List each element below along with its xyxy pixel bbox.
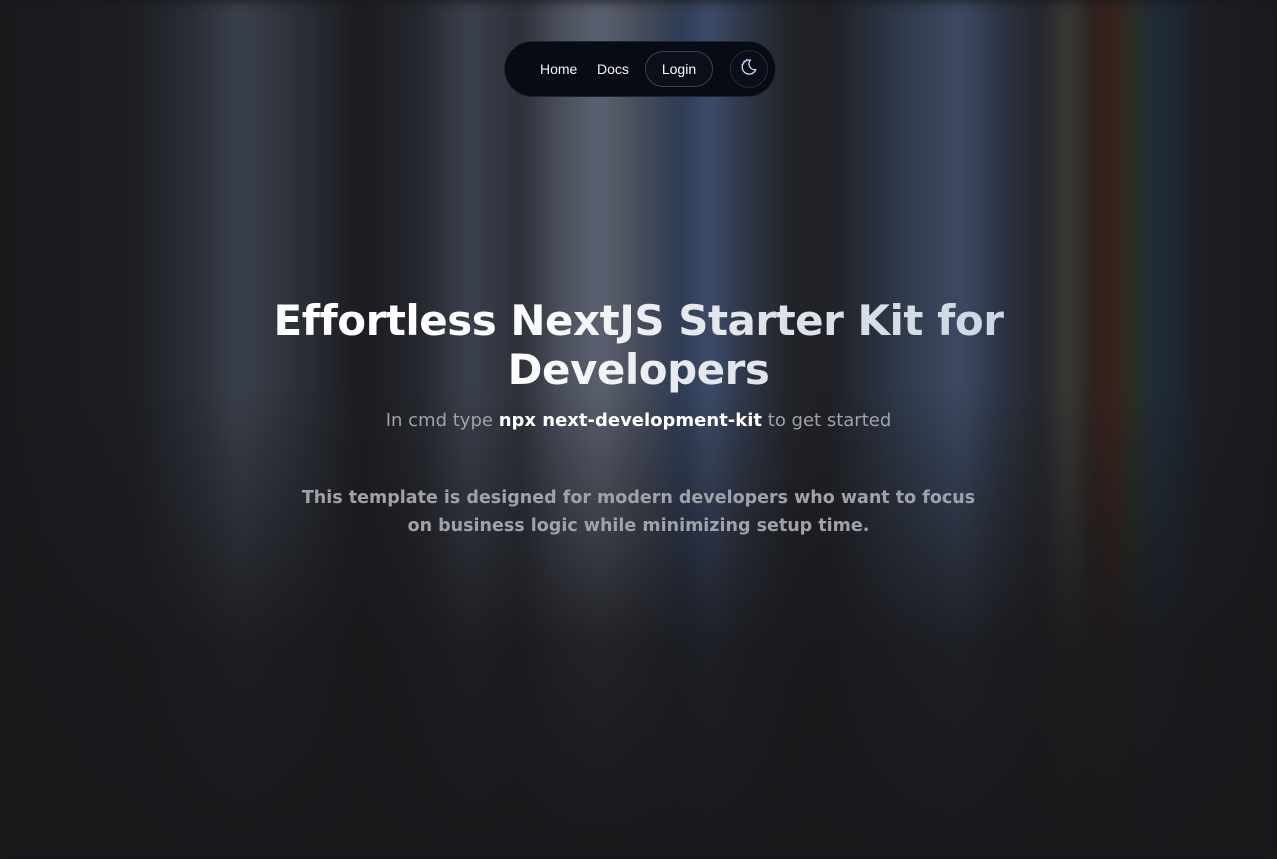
hero-title: Effortless NextJS Starter Kit for Develo… [0,296,1277,394]
hero-subtitle: In cmd type npx next-development-kit to … [0,409,1277,433]
hero-title-line-2: Developers [507,345,770,394]
subtitle-prefix: In cmd type [385,410,493,431]
login-button[interactable]: Login [645,51,713,87]
page: Home Docs Login Effortless NextJS Starte… [0,0,1277,859]
hero-title-line-1: Effortless NextJS Starter Kit for [273,296,1004,345]
moon-stars-icon [739,57,759,81]
nav-docs-link[interactable]: Docs [597,60,629,78]
theme-toggle-button[interactable] [730,50,768,88]
subtitle-suffix: to get started [767,410,892,431]
nav-home-link[interactable]: Home [540,60,577,78]
hero-description: This template is designed for modern dev… [301,488,976,536]
install-command: npx next-development-kit [498,410,763,431]
navbar: Home Docs Login [504,41,776,97]
